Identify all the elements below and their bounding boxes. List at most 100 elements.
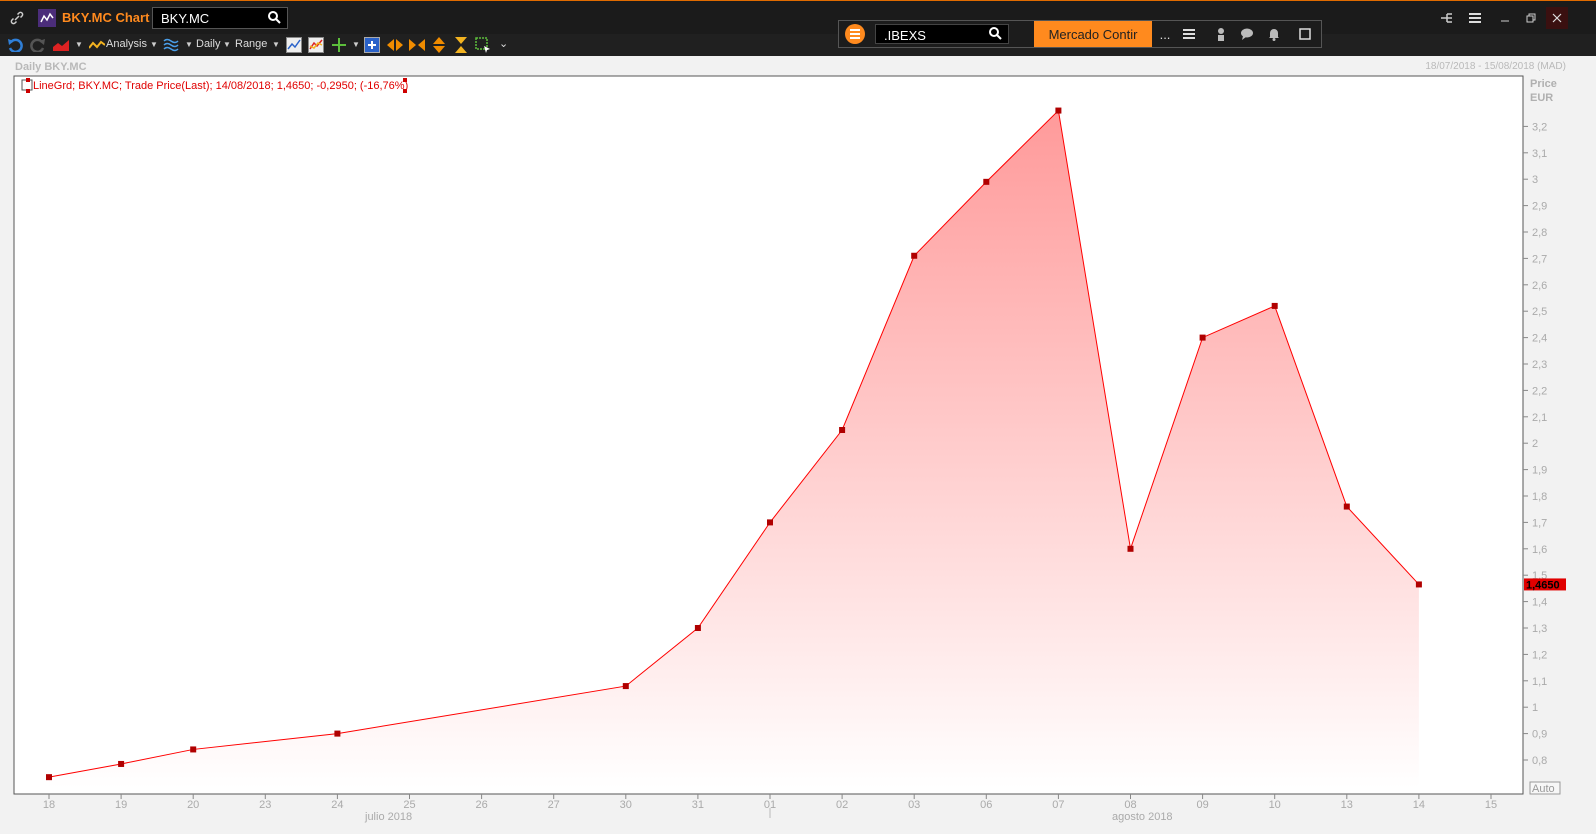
quote-app-icon[interactable]	[845, 24, 865, 44]
data-point[interactable]	[911, 252, 918, 259]
redo-icon[interactable]	[29, 36, 47, 54]
y-tick-label: 2,1	[1532, 412, 1547, 424]
data-point[interactable]	[1199, 334, 1206, 341]
floating-quote-panel: Mercado Contir ...	[838, 20, 1322, 48]
data-point[interactable]	[1271, 302, 1278, 309]
ric-input[interactable]	[161, 11, 261, 26]
chart-type-icon[interactable]	[52, 36, 70, 54]
y-tick-label: 0,8	[1532, 755, 1547, 767]
x-tick-label: 08	[1124, 799, 1136, 811]
chevron-down-icon[interactable]: ▼	[352, 40, 360, 49]
x-tick-label: 09	[1196, 799, 1208, 811]
close-icon[interactable]	[1546, 7, 1568, 29]
symbol-input[interactable]	[884, 28, 984, 43]
menu-icon[interactable]	[1466, 9, 1484, 27]
x-tick-label: 20	[187, 799, 199, 811]
compress-vertical-icon[interactable]	[452, 36, 470, 54]
studies-icon[interactable]	[162, 36, 180, 54]
x-tick-label: 02	[836, 799, 848, 811]
chat-icon[interactable]	[1237, 25, 1257, 43]
market-button[interactable]: Mercado Contir	[1034, 21, 1152, 47]
y-tick-label: 1	[1532, 702, 1538, 714]
range-menu[interactable]: Range	[235, 38, 267, 50]
x-tick-label: 23	[259, 799, 271, 811]
data-point[interactable]	[334, 730, 341, 737]
more-options-button[interactable]: ...	[1155, 25, 1175, 43]
last-value-tag: 1,4650	[1524, 578, 1566, 591]
y-tick-label: 1,6	[1532, 544, 1547, 556]
list-icon[interactable]	[1179, 25, 1199, 43]
minimize-icon[interactable]	[1496, 9, 1514, 27]
x-tick-label: 06	[980, 799, 992, 811]
auto-scale-label[interactable]: Auto	[1532, 783, 1555, 795]
scroll-horizontal-icon[interactable]	[386, 36, 404, 54]
undo-icon[interactable]	[6, 36, 24, 54]
restore-icon[interactable]	[1522, 9, 1540, 27]
x-tick-label: 26	[475, 799, 487, 811]
x-tick-label: 19	[115, 799, 127, 811]
month-label-august: agosto 2018	[1112, 811, 1173, 823]
select-region-icon[interactable]	[474, 36, 492, 54]
data-point[interactable]	[767, 519, 773, 526]
data-point[interactable]	[190, 746, 197, 753]
more-tools-icon[interactable]: ⌄	[499, 37, 508, 50]
y-tick-label: 2,2	[1532, 385, 1547, 397]
search-icon[interactable]	[989, 27, 1002, 43]
compare-chart-icon[interactable]	[307, 36, 325, 54]
legend-handle[interactable]	[26, 89, 30, 93]
data-point[interactable]	[983, 178, 990, 185]
data-point[interactable]	[622, 683, 629, 690]
ric-search-field[interactable]	[152, 7, 288, 29]
analysis-icon[interactable]	[88, 37, 106, 53]
price-chart[interactable]: 0,80,911,11,21,31,41,51,61,71,81,922,12,…	[0, 56, 1596, 834]
month-label-july: julio 2018	[364, 811, 412, 823]
data-point[interactable]	[694, 625, 701, 631]
maximize-icon[interactable]	[1295, 25, 1315, 43]
chart-area[interactable]: Daily BKY.MC 18/07/2018 - 15/08/2018 (MA…	[0, 56, 1596, 834]
symbol-search-field[interactable]	[875, 24, 1009, 44]
y-tick-label: 1,3	[1532, 623, 1547, 635]
legend-handle[interactable]	[26, 78, 30, 82]
bell-icon[interactable]	[1264, 25, 1284, 43]
data-point[interactable]	[1415, 581, 1422, 588]
share-tree-icon[interactable]	[1438, 9, 1456, 27]
chevron-down-icon[interactable]: ▼	[185, 40, 193, 49]
legend-text[interactable]: LineGrd; BKY.MC; Trade Price(Last); 14/0…	[33, 80, 408, 92]
y-tick-label: 1,2	[1532, 649, 1547, 661]
line-chart-icon[interactable]	[285, 36, 303, 54]
x-tick-label: 24	[331, 799, 343, 811]
data-point[interactable]	[1343, 503, 1350, 510]
y-tick-label: 2,3	[1532, 359, 1547, 371]
interval-menu[interactable]: Daily	[196, 38, 220, 50]
data-point[interactable]	[1127, 545, 1134, 552]
y-tick-label: 2,5	[1532, 306, 1547, 318]
chevron-down-icon[interactable]: ▼	[223, 40, 231, 49]
analysis-menu[interactable]: Analysis	[106, 38, 147, 50]
compress-horizontal-icon[interactable]	[408, 36, 426, 54]
y-axis-unit: EUR	[1530, 92, 1553, 104]
last-value-label: 1,4650	[1526, 579, 1560, 591]
x-tick-label: 07	[1052, 799, 1064, 811]
user-icon[interactable]	[1211, 25, 1231, 43]
y-tick-label: 2,7	[1532, 253, 1547, 265]
chevron-down-icon[interactable]: ▼	[272, 40, 280, 49]
scroll-vertical-icon[interactable]	[430, 36, 448, 54]
chevron-down-icon[interactable]: ▼	[150, 40, 158, 49]
chevron-down-icon[interactable]: ▼	[75, 40, 83, 49]
data-point[interactable]	[118, 760, 125, 767]
link-icon[interactable]	[8, 9, 26, 27]
x-tick-label: 18	[43, 799, 55, 811]
y-tick-label: 3,1	[1532, 148, 1547, 160]
chart-toolbar: ▼ Analysis ▼ ▼ Daily ▼ Range ▼ ▼ ⌄	[0, 34, 1596, 56]
crosshair-icon[interactable]	[330, 36, 348, 54]
zoom-box-icon[interactable]	[363, 36, 381, 54]
y-tick-label: 1,9	[1532, 465, 1547, 477]
search-icon[interactable]	[268, 11, 281, 27]
x-tick-label: 13	[1341, 799, 1353, 811]
data-point[interactable]	[839, 427, 846, 433]
x-tick-label: 25	[403, 799, 415, 811]
chart-app-icon	[38, 9, 56, 27]
data-point[interactable]	[1055, 107, 1062, 114]
data-point[interactable]	[46, 774, 52, 781]
y-tick-label: 2,8	[1532, 227, 1547, 239]
